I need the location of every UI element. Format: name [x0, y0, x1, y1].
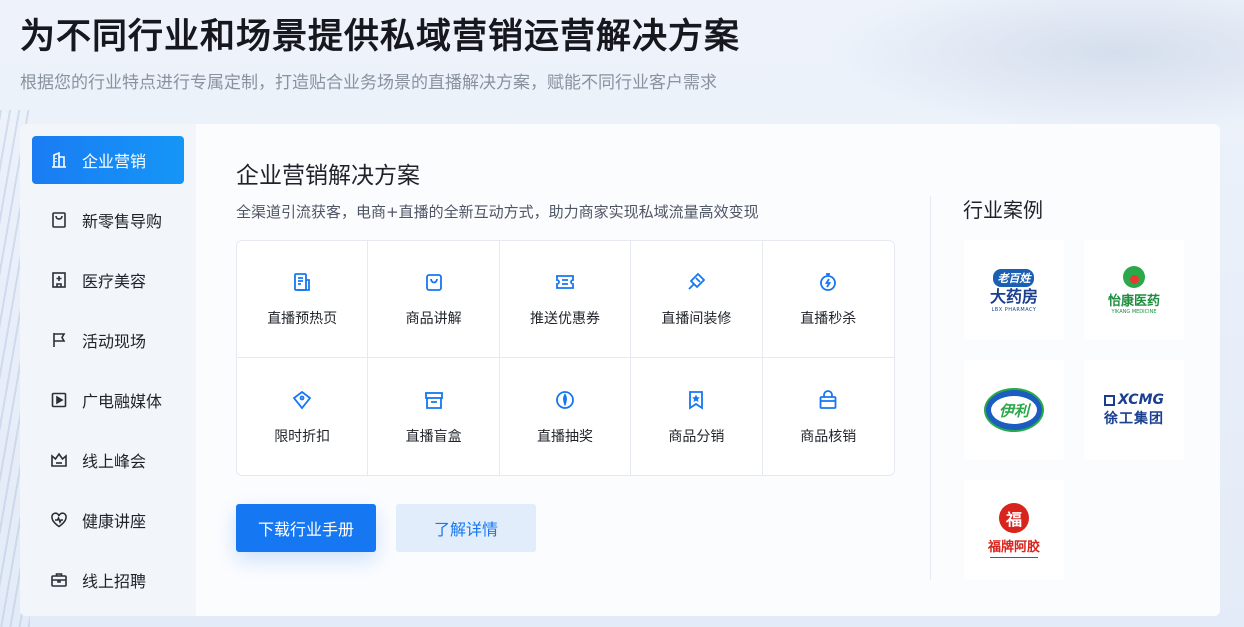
solutions-card: 企业营销 新零售导购 医疗美容 活动现场 广电融媒体 线上峰会 健康讲座 线上招…: [20, 124, 1220, 616]
sidebar-item-label: 企业营销: [82, 152, 147, 171]
heart-icon: [49, 510, 69, 530]
feature-item[interactable]: 直播抽奖: [500, 358, 632, 475]
logo-text-top: 老百姓: [993, 269, 1035, 287]
feature-label: 商品分销: [668, 428, 725, 445]
cases-title: 行业案例: [963, 198, 1043, 222]
feature-label: 直播盲盒: [405, 428, 462, 445]
panel-divider: [930, 196, 931, 580]
sidebar-item-enterprise-marketing[interactable]: 企业营销: [32, 136, 184, 184]
logo-text-main: 福牌阿胶: [987, 539, 1040, 555]
feature-item[interactable]: 推送优惠券: [499, 241, 632, 358]
xcmg-emblem: [1104, 394, 1115, 406]
feature-grid: 直播预热页 商品讲解 推送优惠券 直播间装修 直播秒杀 限时折扣 直播盲盒 直播…: [236, 240, 895, 476]
sidebar-item-label: 健康讲座: [82, 512, 147, 531]
solution-panel: 企业营销解决方案 全渠道引流获客，电商+直播的全新互动方式，助力商家实现私域流量…: [196, 124, 1220, 616]
feature-item[interactable]: 直播间装修: [631, 241, 763, 358]
feature-label: 推送优惠券: [529, 311, 600, 327]
logo-text-main: 徐工集团: [1104, 411, 1164, 427]
feature-label: 商品核销: [800, 428, 857, 445]
sidebar-item-label: 新零售导购: [82, 212, 163, 231]
fupai-logo[interactable]: 福 福牌阿胶: [964, 480, 1064, 580]
sidebar-item-online-summit[interactable]: 线上峰会: [32, 436, 184, 484]
document-icon: [290, 270, 314, 294]
industry-sidebar: 企业营销 新零售导购 医疗美容 活动现场 广电融媒体 线上峰会 健康讲座 线上招…: [20, 124, 196, 616]
tag-icon: [290, 388, 314, 412]
briefcase-icon: [49, 570, 69, 590]
box-icon: [422, 388, 446, 412]
feature-item[interactable]: 商品分销: [631, 358, 763, 475]
hospital-icon: [49, 270, 69, 290]
coupon-icon: [553, 270, 577, 294]
shopping-bag-icon: [49, 210, 69, 230]
background-decoration: [824, 0, 1244, 130]
flag-icon: [49, 330, 69, 350]
logo-text-top: XCMG: [1118, 392, 1164, 408]
feature-item[interactable]: 商品核销: [763, 358, 894, 475]
building-icon: [49, 150, 69, 170]
play-icon: [49, 390, 69, 410]
feature-item[interactable]: 商品讲解: [368, 241, 500, 358]
sidebar-item-event-site[interactable]: 活动现场: [32, 316, 184, 364]
sidebar-item-broadcast-media[interactable]: 广电融媒体: [32, 376, 184, 424]
stopwatch-icon: [816, 270, 840, 294]
sidebar-item-label: 医疗美容: [82, 272, 147, 291]
feature-label: 直播抽奖: [536, 428, 593, 445]
logo-text-main: 怡康医药: [1107, 293, 1160, 309]
logo-text-sub: LBX PHARMACY: [991, 307, 1037, 313]
logo-text-top: 福: [1005, 509, 1022, 529]
feature-item[interactable]: 直播预热页: [237, 241, 369, 358]
lottery-icon: [553, 388, 577, 412]
shopping-bag-icon: [422, 270, 446, 294]
feature-label: 直播秒杀: [800, 311, 857, 327]
yikang-logo[interactable]: 怡康医药 YIKANG MEDICINE: [1084, 240, 1184, 340]
feature-label: 限时折扣: [274, 428, 331, 445]
logo-text-sub: YIKANG MEDICINE: [1111, 308, 1157, 315]
sidebar-item-label: 活动现场: [82, 332, 147, 351]
download-manual-button[interactable]: 下载行业手册: [236, 504, 376, 552]
solution-description: 全渠道引流获客，电商+直播的全新互动方式，助力商家实现私域流量高效变现: [236, 203, 759, 221]
feature-label: 商品讲解: [405, 311, 462, 327]
feature-label: 直播间装修: [661, 311, 732, 327]
xcmg-logo[interactable]: XCMG 徐工集团: [1084, 360, 1184, 460]
sidebar-item-label: 线上招聘: [82, 572, 147, 591]
logo-text-main: 大药房: [989, 287, 1038, 306]
feature-label: 直播预热页: [267, 311, 338, 327]
bookmark-star-icon: [684, 388, 708, 412]
learn-more-button[interactable]: 了解详情: [396, 504, 536, 552]
yili-logo[interactable]: 伊利: [964, 360, 1064, 460]
feature-item[interactable]: 直播盲盒: [368, 358, 500, 475]
crown-icon: [49, 450, 69, 470]
sidebar-item-medical-beauty[interactable]: 医疗美容: [32, 256, 184, 304]
laobaixing-logo[interactable]: 老百姓 大药房 LBX PHARMACY: [964, 240, 1064, 340]
yikang-emblem: [1122, 265, 1145, 288]
solution-title: 企业营销解决方案: [236, 163, 420, 189]
feature-item[interactable]: 限时折扣: [237, 358, 369, 475]
feature-item[interactable]: 直播秒杀: [762, 241, 894, 358]
sidebar-item-health-lecture[interactable]: 健康讲座: [32, 496, 184, 544]
sidebar-item-label: 广电融媒体: [82, 392, 163, 411]
page-subtitle: 根据您的行业特点进行专属定制，打造贴合业务场景的直播解决方案，赋能不同行业客户需…: [20, 73, 717, 93]
sidebar-item-new-retail[interactable]: 新零售导购: [32, 196, 184, 244]
logo-text-main: 伊利: [998, 401, 1029, 420]
page-title: 为不同行业和场景提供私域营销运营解决方案: [20, 17, 741, 57]
sidebar-item-online-recruitment[interactable]: 线上招聘: [32, 556, 184, 604]
lock-bag-icon: [816, 388, 840, 412]
sidebar-item-label: 线上峰会: [82, 452, 147, 471]
paint-brush-icon: [684, 270, 708, 294]
